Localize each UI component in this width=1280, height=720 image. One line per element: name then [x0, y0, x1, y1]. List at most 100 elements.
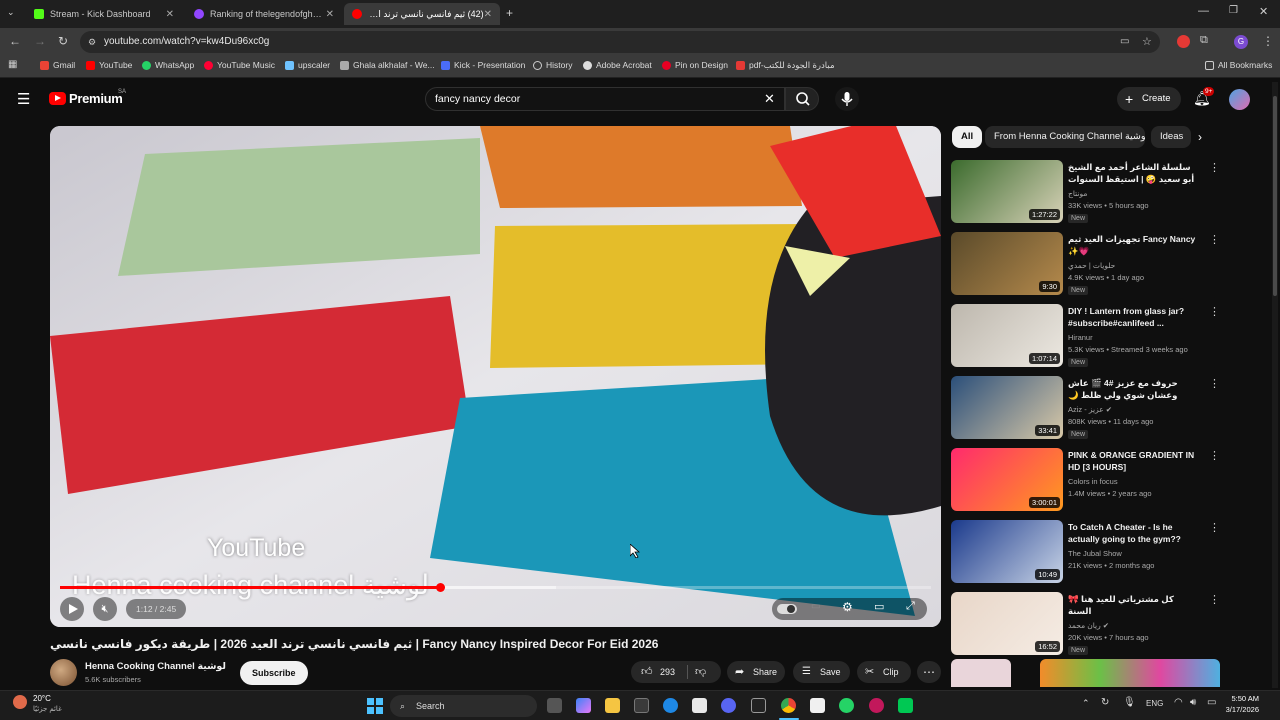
video-thumbnail[interactable]: 3:00:01: [951, 448, 1063, 511]
battery-icon[interactable]: ▭: [1207, 697, 1216, 708]
tray-mic-icon[interactable]: 🎙︎: [1123, 697, 1136, 708]
tab-ranking[interactable]: Ranking of thelegendofghala | ... ✕: [186, 3, 342, 25]
copilot-icon[interactable]: [576, 698, 591, 713]
video-player[interactable]: YouTube Henna cooking channel لوشية 🔇︎ 1…: [50, 126, 941, 627]
recommended-video-title[interactable]: كل مشترياتي للعيد هنا 🎀 السنة: [1068, 593, 1198, 617]
settings-gear-icon[interactable]: ⚙: [842, 600, 853, 614]
forward-icon[interactable]: →: [34, 34, 46, 48]
app-icon[interactable]: [869, 698, 884, 713]
recommended-video[interactable]: 16:52 كل مشترياتي للعيد هنا 🎀 السنة ريان م…: [951, 592, 1271, 658]
file-explorer-icon[interactable]: [605, 698, 620, 713]
task-view-icon[interactable]: [547, 698, 562, 713]
bookmark-pin-on-design[interactable]: Pin on Design: [662, 60, 728, 70]
bookmark-youtube[interactable]: YouTube: [86, 60, 132, 70]
channel-avatar[interactable]: [50, 659, 77, 686]
close-tab-icon[interactable]: ✕: [166, 9, 174, 20]
bookmark-adobe-acrobat[interactable]: Adobe Acrobat: [583, 60, 652, 70]
scrollbar-thumb[interactable]: [1273, 96, 1277, 296]
search-button[interactable]: [785, 87, 819, 111]
more-options-icon[interactable]: ⋮: [1209, 377, 1220, 390]
recommended-channel-name[interactable]: Hiranur: [1068, 333, 1093, 342]
recommended-video[interactable]: 10:49 To Catch A Cheater - Is he actually…: [951, 520, 1271, 586]
apps-grid-icon[interactable]: ▦: [8, 59, 17, 70]
recommended-channel-name[interactable]: The Jubal Show: [1068, 549, 1122, 558]
minimize-icon[interactable]: —: [1198, 5, 1209, 17]
share-button[interactable]: ➦ Share: [727, 661, 785, 683]
bookmark-ghala[interactable]: Ghala alkhalaf - We...: [340, 60, 435, 70]
video-thumbnail[interactable]: 10:49: [951, 520, 1063, 583]
video-thumbnail[interactable]: 16:52: [951, 592, 1063, 655]
discord-icon[interactable]: [721, 698, 736, 713]
recommended-channel-name[interactable]: ريان محمد ✔: [1068, 621, 1109, 630]
bookmark-history[interactable]: History: [533, 60, 572, 70]
chip-ideas[interactable]: Ideas: [1151, 126, 1191, 148]
video-thumbnail[interactable]: 9:30: [951, 232, 1063, 295]
recommended-video-title[interactable]: سلسلة الشاعر أحمد مع الشيخ أبو سعيد 🤪 | …: [1068, 161, 1198, 186]
recommended-video-title[interactable]: حروف مع عزيز #4 🎬 عاش وعشان شوي ولي ظلط …: [1068, 377, 1198, 402]
hamburger-menu-icon[interactable]: ☰: [17, 90, 30, 108]
windows-start-icon[interactable]: [367, 698, 383, 714]
wifi-icon[interactable]: ◠: [1174, 697, 1183, 708]
more-options-icon[interactable]: ⋮: [1209, 593, 1220, 606]
bookmark-pdf[interactable]: pdf-مبادرة الجودة للكتب: [736, 60, 835, 71]
clock-time[interactable]: 5:50 AM: [1225, 694, 1259, 703]
recommended-video[interactable]: 3:00:01 PINK & ORANGE GRADIENT IN HD [3 H…: [951, 448, 1271, 514]
search-input[interactable]: fancy nancy decor ✕: [425, 87, 785, 111]
theater-mode-icon[interactable]: ▭: [874, 600, 884, 613]
youtube-premium-logo[interactable]: Premium: [69, 91, 123, 106]
all-bookmarks[interactable]: All Bookmarks: [1205, 60, 1272, 70]
address-bar[interactable]: ⚙ youtube.com/watch?v=kw4Du96xc0g ▭ ☆: [80, 31, 1160, 53]
epic-games-icon[interactable]: [751, 698, 766, 713]
subtitles-icon[interactable]: ▭: [811, 601, 820, 612]
video-thumbnail[interactable]: 1:07:14: [951, 304, 1063, 367]
recommended-channel-name[interactable]: مونتاج: [1068, 189, 1087, 198]
taskbar-search[interactable]: ⌕ Search: [390, 695, 537, 717]
extensions-puzzle-icon[interactable]: ⧉: [1200, 34, 1208, 47]
recommended-video[interactable]: 1:07:14 DIY ! Lantern from glass jar? #su…: [951, 304, 1271, 370]
bookmark-kick-presentation[interactable]: Kick - Presentation: [441, 60, 525, 70]
clip-button[interactable]: ✂ Clip: [857, 661, 911, 683]
bookmark-gmail[interactable]: Gmail: [40, 60, 75, 70]
reload-icon[interactable]: ↻: [58, 34, 68, 48]
channel-name[interactable]: Henna Cooking Channel لوشية: [85, 661, 226, 672]
fullscreen-icon[interactable]: ⤢: [906, 600, 915, 613]
tab-youtube-video[interactable]: (42) ثيم فانسي نانسي ترند العيد 2026 ✕: [344, 3, 500, 25]
recommended-video[interactable]: 1:27:22 سلسلة الشاعر أحمد مع الشيخ أبو سع…: [951, 160, 1271, 226]
video-thumbnail[interactable]: 33:41: [951, 376, 1063, 439]
subscribe-button[interactable]: Subscribe: [240, 661, 308, 685]
recommended-video[interactable]: 33:41 حروف مع عزيز #4 🎬 عاش وعشان شوي ولي…: [951, 376, 1271, 442]
like-icon[interactable]: 👍︎: [641, 661, 653, 683]
create-button[interactable]: + Create: [1117, 87, 1181, 111]
bookmark-star-icon[interactable]: ☆: [1142, 31, 1152, 53]
recommended-video-title[interactable]: To Catch A Cheater - Is he actually goin…: [1068, 521, 1198, 545]
maximize-icon[interactable]: ❐: [1229, 5, 1238, 16]
edge-icon[interactable]: [663, 698, 678, 713]
save-button[interactable]: ☰ Save: [793, 661, 850, 683]
new-tab-icon[interactable]: +: [506, 6, 513, 20]
weather-temp[interactable]: 20°C: [33, 694, 51, 703]
autoplay-toggle[interactable]: [777, 604, 797, 614]
chips-next-chevron-icon[interactable]: ›: [1198, 130, 1202, 144]
bookmark-whatsapp[interactable]: WhatsApp: [142, 60, 194, 70]
play-button[interactable]: [60, 597, 84, 621]
extension-icon[interactable]: [1177, 35, 1190, 48]
chrome-menu-icon[interactable]: ⋮: [1262, 34, 1274, 48]
progress-bar[interactable]: [60, 583, 931, 592]
volume-icon[interactable]: 🔊︎: [1190, 697, 1196, 708]
app-icon[interactable]: [898, 698, 913, 713]
weather-icon[interactable]: [13, 695, 27, 709]
app-icon[interactable]: [692, 698, 707, 713]
bookmark-upscaler[interactable]: upscaler: [285, 60, 330, 70]
youtube-logo-icon[interactable]: [49, 92, 66, 105]
partial-thumbnail[interactable]: [1040, 659, 1220, 687]
partial-thumbnail[interactable]: [951, 659, 1011, 687]
back-icon[interactable]: ←: [9, 34, 21, 48]
microsoft-store-icon[interactable]: [634, 698, 649, 713]
dislike-icon[interactable]: 👎︎: [695, 661, 706, 683]
more-options-icon[interactable]: ⋮: [1209, 305, 1220, 318]
site-info-icon[interactable]: ⚙: [88, 31, 96, 53]
recommended-channel-name[interactable]: Aziz - عزيز ✔: [1068, 405, 1112, 414]
close-tab-icon[interactable]: ✕: [484, 9, 492, 20]
tab-kick-dashboard[interactable]: Stream - Kick Dashboard ✕: [26, 3, 182, 25]
more-options-icon[interactable]: ⋮: [1209, 233, 1220, 246]
